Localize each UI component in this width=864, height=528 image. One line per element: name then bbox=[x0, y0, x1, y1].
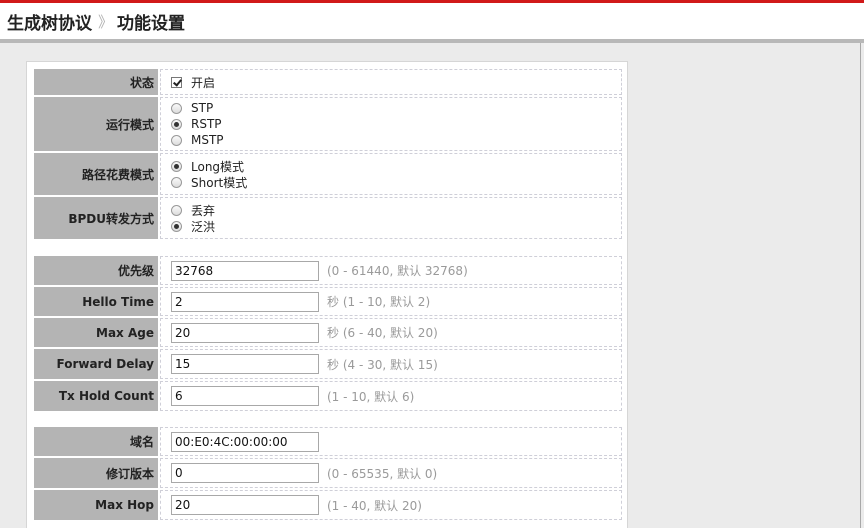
revision-hint: (0 - 65535, 默认 0) bbox=[327, 466, 438, 481]
status-label: 状态 bbox=[34, 69, 158, 95]
hello-time-hint: 秒 (1 - 10, 默认 2) bbox=[327, 295, 431, 309]
page-title: 功能设置 bbox=[117, 14, 186, 34]
max-hop-input[interactable] bbox=[171, 495, 319, 515]
path-cost-row: 路径花费模式 Long模式 Short模式 bbox=[34, 153, 622, 195]
radio-flood[interactable] bbox=[171, 220, 182, 232]
max-hop-value: (1 - 40, 默认 20) bbox=[160, 490, 622, 520]
settings-panel: 状态 开启 运行模式 STP RSTP MSTP 路径花费模式 Long模式 S… bbox=[26, 61, 628, 528]
bpdu-option-flood[interactable]: 泛洪 bbox=[171, 218, 215, 234]
priority-hint: (0 - 61440, 默认 32768) bbox=[327, 264, 468, 278]
max-age-input[interactable] bbox=[171, 322, 319, 343]
revision-input[interactable] bbox=[171, 463, 319, 483]
run-mode-label: 运行模式 bbox=[34, 97, 158, 151]
hello-time-label: Hello Time bbox=[34, 287, 158, 316]
radio-rstp[interactable] bbox=[171, 118, 182, 130]
tx-hold-count-label: Tx Hold Count bbox=[34, 381, 158, 411]
hello-time-row: Hello Time 秒 (1 - 10, 默认 2) bbox=[34, 287, 622, 316]
radio-mstp[interactable] bbox=[171, 134, 182, 146]
revision-label: 修订版本 bbox=[34, 458, 158, 488]
radio-short[interactable] bbox=[171, 176, 182, 188]
radio-discard[interactable] bbox=[171, 204, 182, 216]
path-cost-option-label: Short模式 bbox=[191, 175, 248, 190]
run-mode-option-stp[interactable]: STP bbox=[171, 100, 213, 116]
priority-value: (0 - 61440, 默认 32768) bbox=[160, 256, 622, 285]
bpdu-label: BPDU转发方式 bbox=[34, 197, 158, 239]
bpdu-option-discard[interactable]: 丢弃 bbox=[171, 202, 215, 218]
max-age-row: Max Age 秒 (6 - 40, 默认 20) bbox=[34, 318, 622, 347]
bpdu-row: BPDU转发方式 丢弃 泛洪 bbox=[34, 197, 622, 239]
page-header: 生成树协议 》 功能设置 bbox=[0, 3, 864, 40]
max-age-hint: 秒 (6 - 40, 默认 20) bbox=[327, 326, 438, 340]
run-mode-option-label: MSTP bbox=[191, 133, 224, 147]
status-row: 状态 开启 bbox=[34, 69, 622, 95]
run-mode-option-mstp[interactable]: MSTP bbox=[171, 132, 224, 148]
radio-stp[interactable] bbox=[171, 102, 182, 114]
forward-delay-hint: 秒 (4 - 30, 默认 15) bbox=[327, 357, 438, 372]
run-mode-option-label: STP bbox=[191, 101, 214, 115]
path-cost-option-long[interactable]: Long模式 bbox=[171, 158, 244, 174]
tx-hold-count-hint: (1 - 10, 默认 6) bbox=[327, 389, 415, 404]
tx-hold-count-value: (1 - 10, 默认 6) bbox=[160, 381, 622, 411]
tx-hold-count-row: Tx Hold Count (1 - 10, 默认 6) bbox=[34, 381, 622, 411]
bpdu-options: 丢弃 泛洪 bbox=[160, 197, 622, 239]
revision-value: (0 - 65535, 默认 0) bbox=[160, 458, 622, 488]
radio-long[interactable] bbox=[171, 160, 182, 172]
priority-label: 优先级 bbox=[34, 256, 158, 285]
priority-input[interactable] bbox=[171, 260, 319, 281]
status-enable-label: 开启 bbox=[191, 75, 216, 90]
region-name-row: 域名 bbox=[34, 427, 622, 456]
breadcrumb-separator-icon: 》 bbox=[98, 13, 113, 31]
status-value: 开启 bbox=[160, 69, 622, 95]
forward-delay-value: 秒 (4 - 30, 默认 15) bbox=[160, 349, 622, 379]
tx-hold-count-input[interactable] bbox=[171, 386, 319, 406]
run-mode-option-rstp[interactable]: RSTP bbox=[171, 116, 222, 132]
path-cost-label: 路径花费模式 bbox=[34, 153, 158, 195]
hello-time-input[interactable] bbox=[171, 291, 319, 312]
revision-row: 修订版本 (0 - 65535, 默认 0) bbox=[34, 458, 622, 488]
max-age-value: 秒 (6 - 40, 默认 20) bbox=[160, 318, 622, 347]
run-mode-option-label: RSTP bbox=[191, 117, 222, 131]
max-hop-hint: (1 - 40, 默认 20) bbox=[327, 498, 422, 513]
path-cost-option-label: Long模式 bbox=[191, 159, 245, 174]
run-mode-row: 运行模式 STP RSTP MSTP bbox=[34, 97, 622, 151]
forward-delay-row: Forward Delay 秒 (4 - 30, 默认 15) bbox=[34, 349, 622, 379]
max-age-label: Max Age bbox=[34, 318, 158, 347]
path-cost-option-short[interactable]: Short模式 bbox=[171, 174, 247, 190]
path-cost-options: Long模式 Short模式 bbox=[160, 153, 622, 195]
status-enable-checkbox[interactable] bbox=[171, 76, 182, 88]
region-name-label: 域名 bbox=[34, 427, 158, 456]
hello-time-value: 秒 (1 - 10, 默认 2) bbox=[160, 287, 622, 316]
run-mode-options: STP RSTP MSTP bbox=[160, 97, 622, 151]
forward-delay-label: Forward Delay bbox=[34, 349, 158, 379]
region-name-value bbox=[160, 427, 622, 456]
bpdu-option-label: 泛洪 bbox=[191, 219, 216, 234]
priority-row: 优先级 (0 - 61440, 默认 32768) bbox=[34, 256, 622, 285]
max-hop-label: Max Hop bbox=[34, 490, 158, 520]
scrollbar-edge bbox=[860, 43, 861, 528]
region-name-input[interactable] bbox=[171, 431, 319, 452]
forward-delay-input[interactable] bbox=[171, 354, 319, 374]
max-hop-row: Max Hop (1 - 40, 默认 20) bbox=[34, 490, 622, 520]
bpdu-option-label: 丢弃 bbox=[191, 203, 216, 218]
breadcrumb-parent: 生成树协议 bbox=[7, 14, 92, 34]
